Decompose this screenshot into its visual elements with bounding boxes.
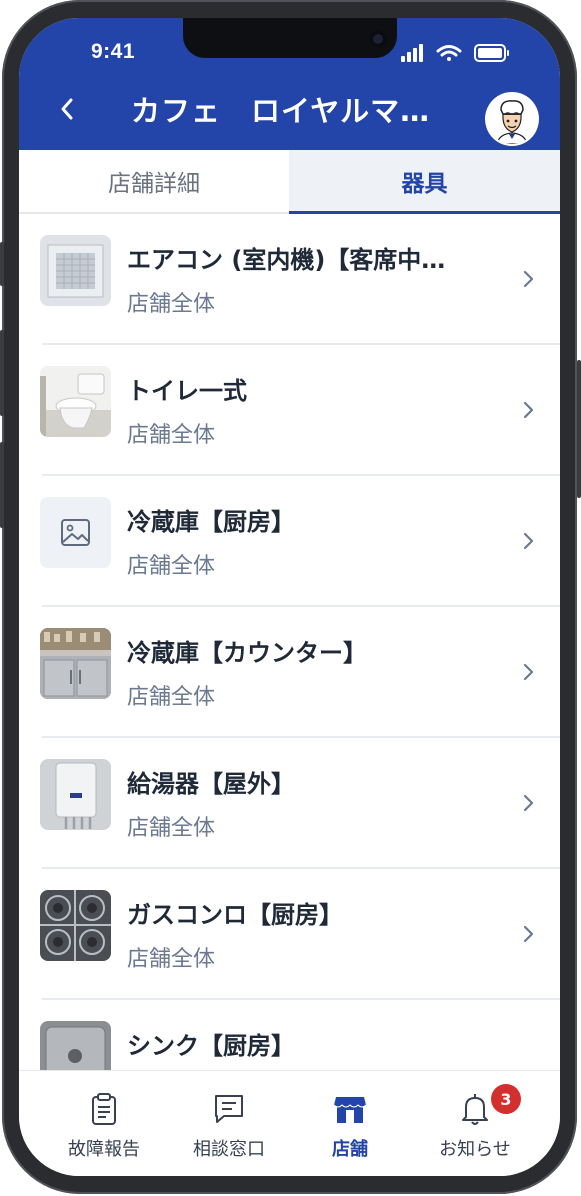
equipment-thumbnail (40, 890, 111, 961)
image-placeholder-icon (40, 497, 111, 568)
wifi-icon (436, 45, 462, 61)
bottom-navigation: 故障報告 相談窓口 店舗 3 お知らせ (19, 1070, 560, 1176)
equipment-name: 冷蔵庫【厨房】 (127, 508, 295, 536)
counter-fridge-image (40, 628, 111, 699)
chat-icon (215, 1095, 243, 1123)
chevron-right-icon (523, 925, 534, 943)
equipment-row[interactable]: トイレ一式 店舗全体 (19, 345, 560, 476)
toilet-image (40, 366, 111, 437)
equipment-list: エアコン (室内機)【客席中… 店舗全体 トイレ一式 店舗全体 冷蔵庫【厨房】 … (19, 214, 560, 1070)
front-camera (369, 30, 387, 48)
nav-label: お知らせ (439, 1139, 511, 1160)
page-title: カフェ ロイヤルマ… (131, 94, 431, 128)
tab-label: 店舗詳細 (108, 171, 200, 197)
water-heater-image (40, 759, 111, 830)
app-screen: 9:41 カフェ ロイヤルマ… 店舗詳細 器具 エアコン (室内機)【客席中… … (19, 18, 560, 1176)
nav-failure-report[interactable]: 故障報告 (44, 1071, 164, 1176)
equipment-name: 給湯器【屋外】 (127, 770, 295, 798)
chevron-right-icon (523, 794, 534, 812)
equipment-name: トイレ一式 (127, 377, 247, 405)
tab-bar: 店舗詳細 器具 (19, 150, 560, 214)
status-time: 9:41 (91, 40, 136, 63)
equipment-location: 店舗全体 (127, 947, 216, 972)
chevron-right-icon (523, 663, 534, 681)
clipboard-icon (92, 1093, 116, 1125)
app-header: 9:41 カフェ ロイヤルマ… (19, 18, 560, 150)
air-conditioner-image (40, 235, 111, 306)
equipment-row[interactable]: エアコン (室内機)【客席中… 店舗全体 (19, 214, 560, 345)
chevron-right-icon (523, 532, 534, 550)
equipment-thumbnail (40, 366, 111, 437)
equipment-location: 店舗全体 (127, 685, 216, 710)
phone-side-button (0, 330, 4, 416)
equipment-location: 店舗全体 (127, 816, 216, 841)
equipment-name: シンク【厨房】 (127, 1032, 295, 1060)
signal-icon (401, 44, 423, 62)
gas-stove-image (40, 890, 111, 961)
equipment-thumbnail (40, 1021, 111, 1070)
nav-consultation[interactable]: 相談窓口 (169, 1071, 289, 1176)
equipment-location: 店舗全体 (127, 292, 216, 317)
equipment-row[interactable]: ガスコンロ【厨房】 店舗全体 (19, 869, 560, 1000)
notification-badge: 3 (491, 1084, 521, 1114)
avatar[interactable] (487, 94, 537, 144)
sink-image (40, 1021, 111, 1070)
phone-side-button (0, 442, 4, 528)
equipment-row[interactable]: シンク【厨房】 (19, 1000, 560, 1070)
equipment-thumbnail (40, 497, 111, 568)
nav-notifications[interactable]: 3 お知らせ (415, 1071, 535, 1176)
phone-side-button (577, 360, 581, 498)
equipment-location: 店舗全体 (127, 423, 216, 448)
tab-label: 器具 (401, 170, 448, 197)
nav-label: 故障報告 (68, 1139, 140, 1160)
equipment-name: 冷蔵庫【カウンター】 (127, 639, 367, 667)
equipment-row[interactable]: 給湯器【屋外】 店舗全体 (19, 738, 560, 869)
equipment-row[interactable]: 冷蔵庫【カウンター】 店舗全体 (19, 607, 560, 738)
equipment-row[interactable]: 冷蔵庫【厨房】 店舗全体 (19, 476, 560, 607)
phone-side-button (0, 242, 4, 286)
status-icons (401, 44, 509, 62)
tab-equipment[interactable]: 器具 (289, 150, 560, 214)
notch (183, 18, 397, 58)
equipment-location: 店舗全体 (127, 554, 216, 579)
nav-store[interactable]: 店舗 (290, 1071, 410, 1176)
chevron-left-icon (61, 98, 73, 120)
chevron-right-icon (523, 401, 534, 419)
tab-store-details[interactable]: 店舗詳細 (19, 150, 289, 214)
back-button[interactable] (53, 94, 83, 124)
store-icon (333, 1097, 367, 1123)
equipment-thumbnail (40, 235, 111, 306)
chevron-right-icon (523, 270, 534, 288)
nav-label: 店舗 (332, 1139, 368, 1160)
nav-label: 相談窓口 (193, 1139, 265, 1160)
equipment-thumbnail (40, 759, 111, 830)
battery-icon (474, 44, 509, 62)
chef-avatar-icon (487, 94, 537, 144)
equipment-thumbnail (40, 628, 111, 699)
equipment-name: エアコン (室内機)【客席中… (127, 246, 446, 274)
bell-icon (462, 1094, 488, 1125)
equipment-name: ガスコンロ【厨房】 (127, 901, 343, 929)
